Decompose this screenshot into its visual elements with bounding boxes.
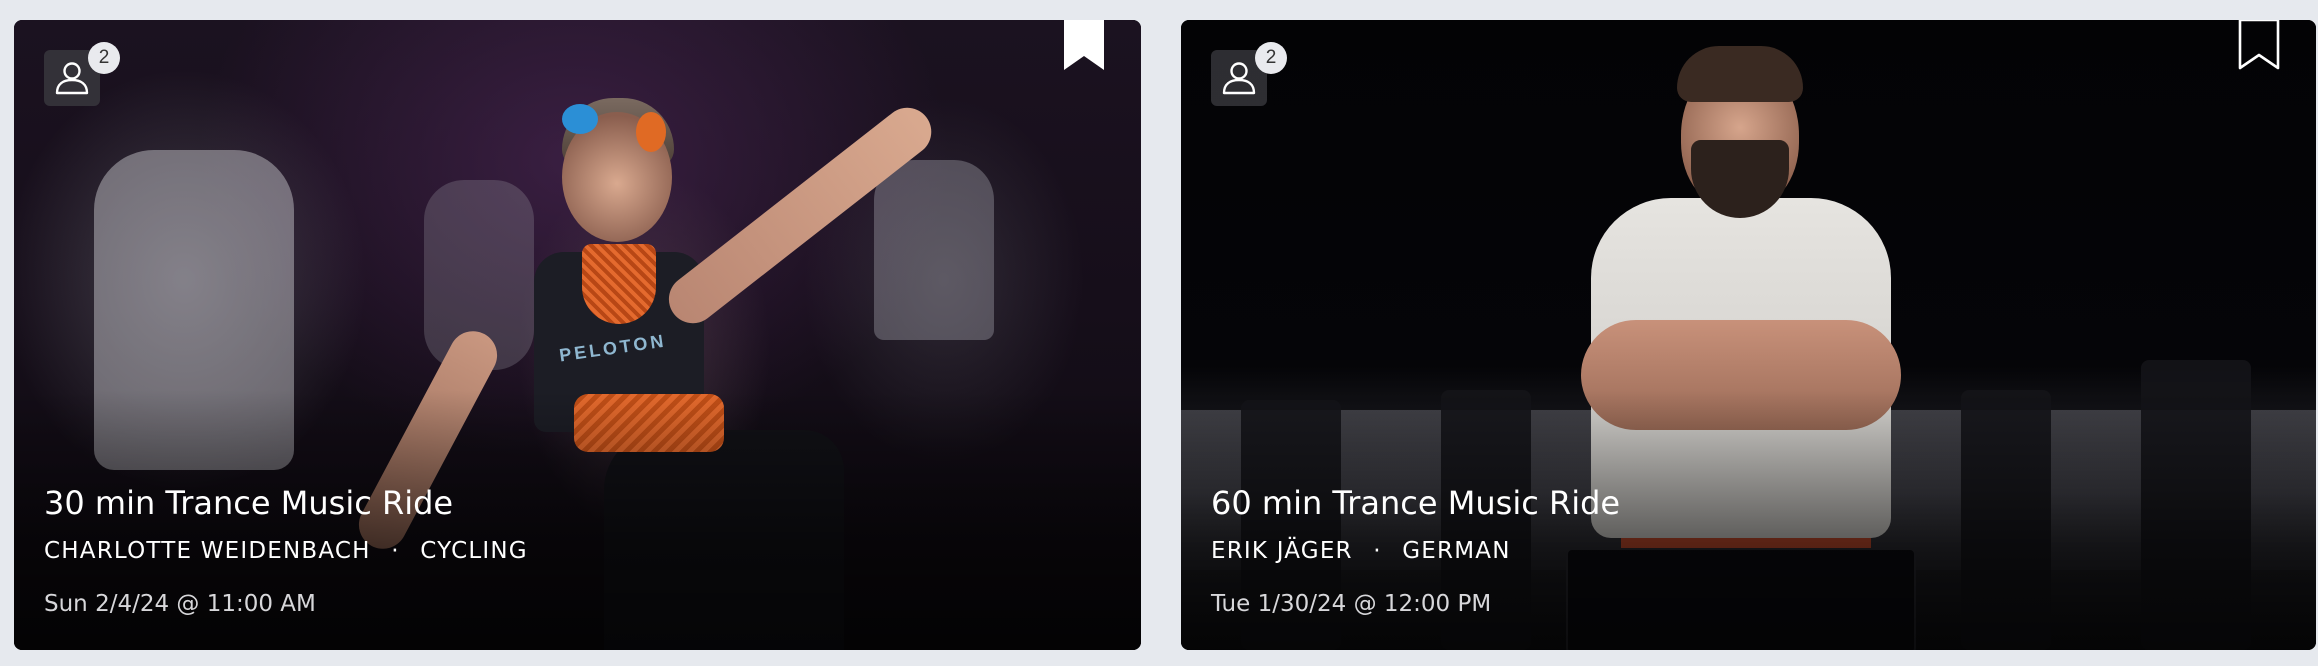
participants-count-badge: 2 (1255, 42, 1287, 74)
class-date: Sun 2/4/24 @ 11:00 AM (44, 591, 316, 617)
participants-count-badge: 2 (88, 42, 120, 74)
class-category: CYCLING (420, 538, 528, 564)
class-title: 60 min Trance Music Ride (1211, 484, 1621, 522)
user-icon (1222, 62, 1256, 95)
meta-separator: · (391, 538, 400, 564)
background-rider (874, 160, 994, 340)
class-meta: ERIK JÄGER · GERMAN (1211, 538, 1511, 564)
class-card[interactable]: 2 60 min Trance Music Ride ERIK JÄGER · … (1181, 20, 2316, 650)
instructor-figure (582, 244, 656, 324)
class-card[interactable]: PELOTON 2 30 min Trance Music Ride CHARL… (14, 20, 1141, 650)
instructor-figure (1677, 46, 1803, 102)
meta-separator: · (1373, 538, 1382, 564)
instructor-name[interactable]: ERIK JÄGER (1211, 538, 1353, 564)
instructor-figure (636, 112, 666, 152)
bookmark-icon[interactable] (2238, 20, 2280, 72)
instructor-figure (562, 104, 598, 134)
class-meta: CHARLOTTE WEIDENBACH · CYCLING (44, 538, 528, 564)
instructor-name[interactable]: CHARLOTTE WEIDENBACH (44, 538, 371, 564)
bookmark-icon[interactable] (1063, 20, 1105, 72)
class-category: GERMAN (1402, 538, 1511, 564)
class-date: Tue 1/30/24 @ 12:00 PM (1211, 591, 1492, 617)
class-title: 30 min Trance Music Ride (44, 484, 454, 522)
class-cards-row: PELOTON 2 30 min Trance Music Ride CHARL… (0, 0, 2318, 666)
user-icon (55, 62, 89, 95)
